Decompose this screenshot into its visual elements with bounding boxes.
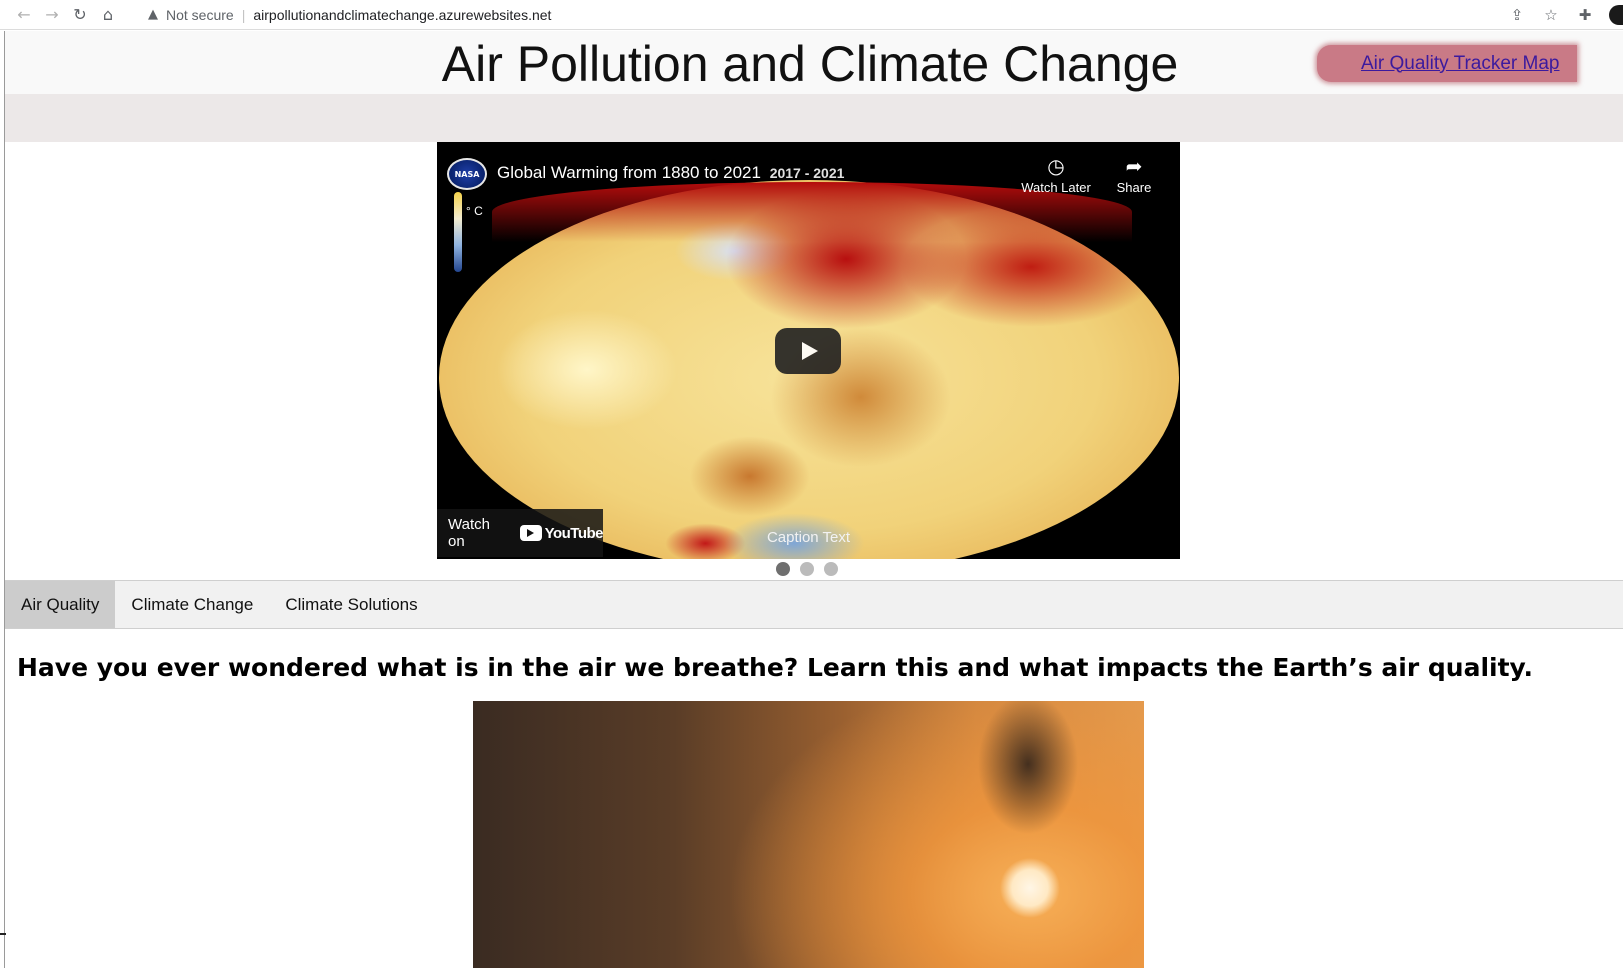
slide-dot-3[interactable] <box>824 562 838 576</box>
header-band <box>5 94 1623 142</box>
forward-icon[interactable]: → <box>38 1 66 29</box>
slide-caption: Caption Text <box>766 529 851 546</box>
temperature-legend-bar <box>454 192 462 272</box>
warning-icon: ▲ <box>148 7 158 22</box>
play-button[interactable] <box>775 328 841 374</box>
polluted-sky-image <box>473 701 1144 968</box>
site-header: Air Pollution and Climate Change Air Qua… <box>5 31 1623 94</box>
play-icon <box>802 342 818 360</box>
share-arrow-icon: ➦ <box>1125 154 1143 178</box>
watch-later-button[interactable]: ◷ Watch Later <box>1016 154 1096 195</box>
slide-dot-1[interactable] <box>776 562 790 576</box>
home-icon[interactable]: ⌂ <box>94 1 122 29</box>
nasa-logo-icon[interactable]: NASA <box>447 158 487 190</box>
clock-icon: ◷ <box>1047 154 1065 178</box>
share-label: Share <box>1116 180 1152 195</box>
window-edge-mark <box>0 933 6 935</box>
slide-dot-2[interactable] <box>800 562 814 576</box>
reload-icon[interactable]: ↻ <box>66 1 94 29</box>
back-icon[interactable]: ← <box>10 1 38 29</box>
video-player[interactable]: NASA ° C Global Warming from 1880 to 202… <box>437 142 1180 559</box>
smoke-plume <box>973 701 1083 841</box>
page-content: Air Pollution and Climate Change Air Qua… <box>4 31 1623 968</box>
slide-dots <box>776 562 838 576</box>
share-button[interactable]: ➦ Share <box>1094 154 1174 195</box>
video-title-text[interactable]: Global Warming from 1880 to 2021 <box>497 163 761 182</box>
section-headline: Have you ever wondered what is in the ai… <box>17 653 1534 682</box>
content-tabs: Air Quality Climate Change Climate Solut… <box>5 580 1623 629</box>
tab-climate-solutions[interactable]: Climate Solutions <box>269 581 433 628</box>
url-text[interactable]: airpollutionandclimatechange.azurewebsit… <box>253 7 551 23</box>
video-title[interactable]: Global Warming from 1880 to 2021 2017 - … <box>497 163 844 183</box>
video-years: 2017 - 2021 <box>769 165 845 181</box>
air-quality-tracker-link[interactable]: Air Quality Tracker Map <box>1317 45 1577 82</box>
watch-later-label: Watch Later <box>1021 180 1091 195</box>
profile-avatar[interactable] <box>1609 5 1623 25</box>
bookmark-star-icon[interactable]: ☆ <box>1537 1 1565 29</box>
browser-toolbar: ← → ↻ ⌂ ▲ Not secure | airpollutionandcl… <box>0 0 1623 30</box>
share-page-icon[interactable]: ⇪ <box>1503 1 1531 29</box>
tab-air-quality[interactable]: Air Quality <box>5 581 116 628</box>
omnibox-divider: | <box>241 6 246 23</box>
tab-climate-change[interactable]: Climate Change <box>115 581 269 628</box>
legend-unit: ° C <box>466 204 483 218</box>
extensions-icon[interactable]: ✚ <box>1571 1 1599 29</box>
address-bar[interactable]: ▲ Not secure | airpollutionandclimatecha… <box>142 2 1562 27</box>
security-label: Not secure <box>166 6 234 23</box>
